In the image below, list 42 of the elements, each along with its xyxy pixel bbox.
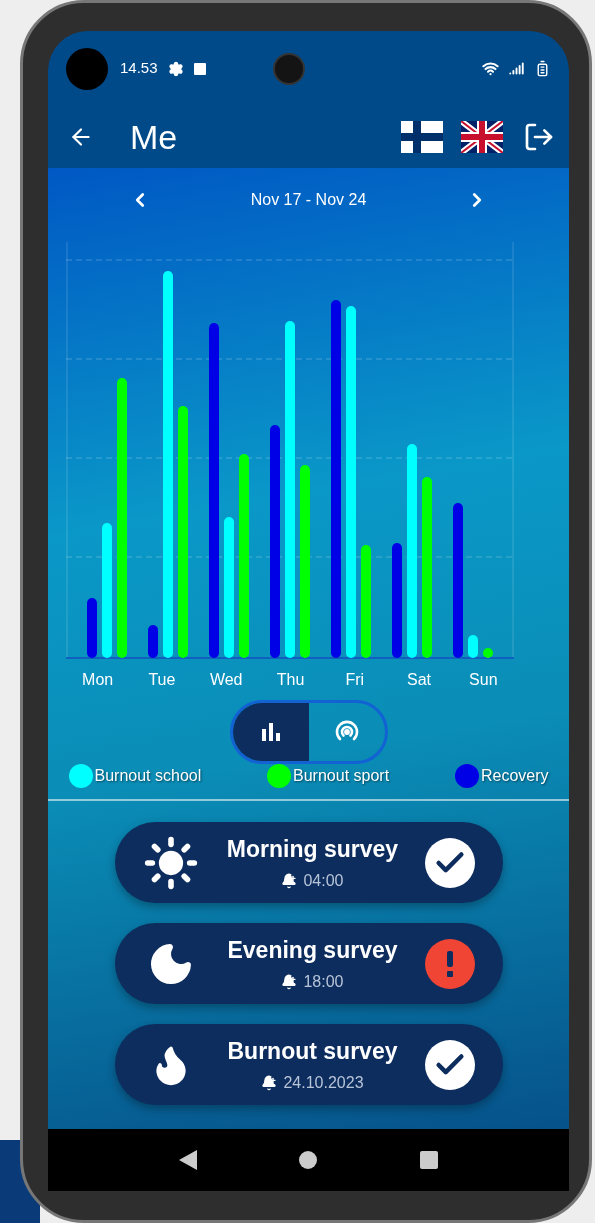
- bell-plus-icon: [281, 872, 298, 889]
- settings-icon: [167, 60, 184, 77]
- finland-flag-icon[interactable]: [401, 121, 443, 153]
- bell-plus-icon: [281, 973, 298, 990]
- day-label: Sun: [468, 670, 499, 690]
- survey-title: Morning survey: [226, 835, 399, 865]
- day-label: Wed: [208, 670, 244, 690]
- survey-title: Evening survey: [227, 936, 398, 966]
- survey-time: 18:00: [303, 971, 344, 992]
- back-nav-icon[interactable]: [179, 1150, 198, 1170]
- logout-icon[interactable]: [523, 121, 555, 153]
- home-nav-icon[interactable]: [299, 1151, 318, 1169]
- legend-label: Burnout sport: [293, 766, 390, 786]
- chart-bar: [482, 648, 493, 658]
- chart-bar: [147, 625, 158, 658]
- day-label: Thu: [275, 670, 306, 690]
- survey-card[interactable]: Burnout survey 24.10.2023: [114, 1024, 503, 1105]
- day-label: Sat: [406, 670, 433, 690]
- legend-label: Burnout school: [94, 766, 202, 786]
- camera-lens: [272, 52, 305, 85]
- day-label: Fri: [344, 670, 366, 690]
- signal-icon: [509, 61, 524, 76]
- legend-label: Recovery: [480, 766, 549, 786]
- chart-bar: [467, 635, 478, 658]
- bar-chart-icon: [259, 721, 282, 743]
- survey-title: Burnout survey: [227, 1037, 398, 1067]
- survey-time: 24.10.2023: [283, 1072, 364, 1093]
- clock: 14.53: [120, 58, 158, 79]
- recents-nav-icon[interactable]: [419, 1151, 438, 1169]
- survey-time: 04:00: [303, 870, 344, 891]
- page-title: Me: [130, 116, 178, 158]
- view-tab[interactable]: [232, 703, 309, 761]
- survey-card[interactable]: Evening survey 18:00: [114, 923, 503, 1004]
- survey-card[interactable]: Morning survey 04:00: [114, 822, 503, 903]
- bell-plus-icon: [261, 1074, 278, 1091]
- chart-bar: [86, 598, 97, 658]
- week-range: Nov 17 - Nov 24: [250, 190, 367, 210]
- day-label: Mon: [81, 670, 115, 690]
- day-label: Tue: [147, 670, 177, 690]
- wifi-icon: [482, 60, 499, 77]
- sun-icon: [142, 834, 199, 891]
- uk-flag-icon[interactable]: [461, 121, 503, 153]
